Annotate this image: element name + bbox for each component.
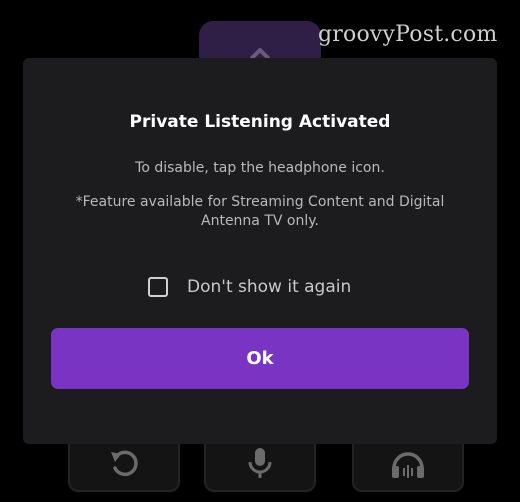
dialog-note: *Feature available for Streaming Content… <box>75 194 445 229</box>
checkbox-box[interactable] <box>148 277 168 297</box>
dialog-title: Private Listening Activated <box>129 112 391 132</box>
dialog-message: To disable, tap the headphone icon. <box>135 160 385 176</box>
checkbox-label: Don't show it again <box>187 277 352 297</box>
dont-show-again-checkbox[interactable]: Don't show it again <box>148 274 351 300</box>
private-listening-dialog: Private Listening Activated To disable, … <box>23 58 497 444</box>
ok-button[interactable]: Ok <box>51 328 469 389</box>
watermark: groovyPost.com <box>318 22 498 47</box>
